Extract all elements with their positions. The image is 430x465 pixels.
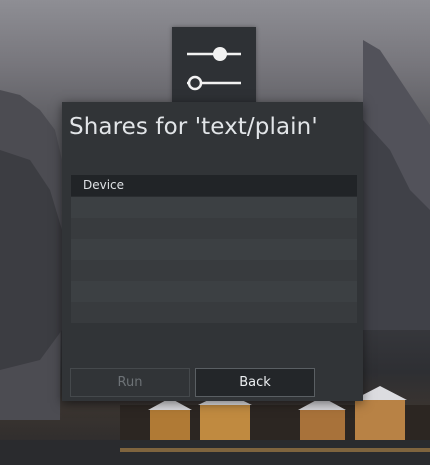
dialog-title: Shares for 'text/plain' (69, 114, 318, 140)
list-row (71, 260, 357, 281)
column-header-device[interactable]: Device (71, 175, 357, 197)
list-row (71, 281, 357, 302)
settings-sliders-icon (172, 27, 256, 105)
shares-dialog: Shares for 'text/plain' Device Run Back (62, 102, 363, 401)
list-row (71, 197, 357, 218)
device-list[interactable]: Device (71, 175, 357, 323)
list-row (71, 218, 357, 239)
list-row (71, 302, 357, 323)
back-button[interactable]: Back (195, 368, 315, 397)
list-row (71, 239, 357, 260)
run-button[interactable]: Run (70, 368, 190, 397)
